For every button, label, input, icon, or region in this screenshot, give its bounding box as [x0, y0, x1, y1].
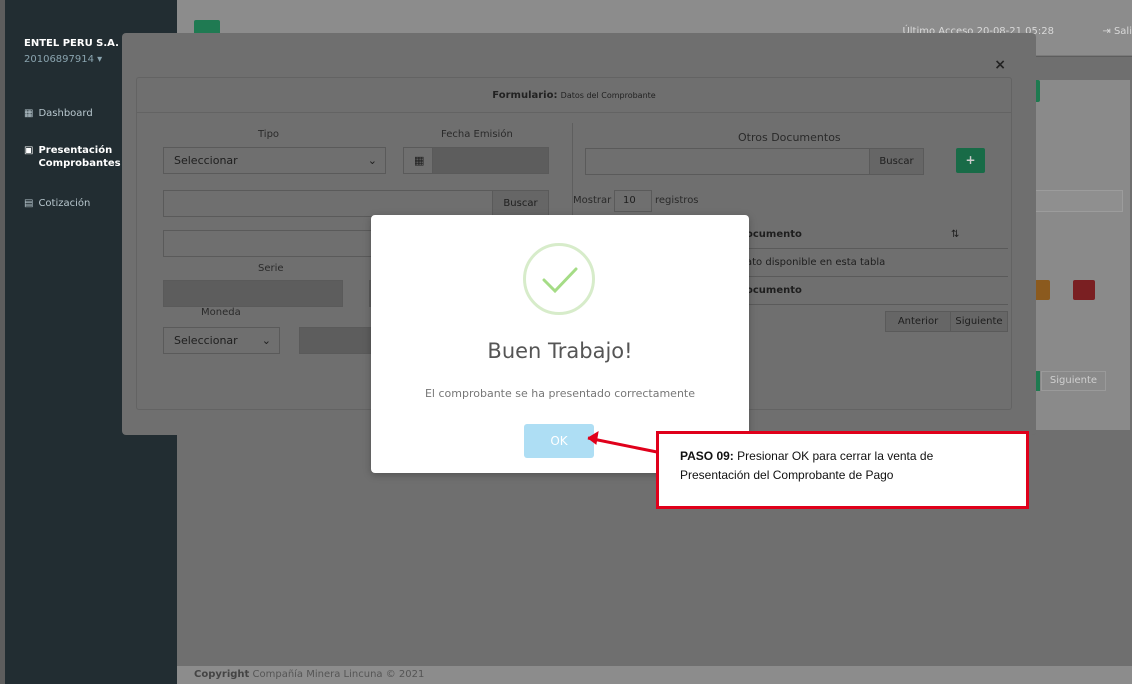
- form-header-label: Formulario:: [492, 90, 558, 101]
- step-callout: PASO 09: Presionar OK para cerrar la ven…: [656, 431, 1029, 509]
- chevron-down-icon: ⌄: [261, 334, 271, 347]
- otros-search-input[interactable]: [585, 148, 870, 175]
- form-header: Formulario: Datos del Comprobante: [137, 78, 1011, 113]
- otros-documentos-title: Otros Documentos: [738, 131, 841, 144]
- sidebar-item-label: Dashboard: [38, 108, 93, 119]
- mostrar-label: Mostrar: [573, 195, 612, 206]
- quote-icon: ▤: [24, 198, 34, 209]
- copyright-text: Compañía Minera Lincuna © 2021: [252, 669, 425, 680]
- sidebar-item-cotizacion[interactable]: ▤ Cotización: [24, 198, 90, 209]
- tipo-select-value: Seleccionar: [174, 154, 238, 167]
- document-icon: ▣: [24, 145, 34, 156]
- callout-step: PASO 09:: [680, 449, 734, 463]
- otros-search-button[interactable]: Buscar: [869, 148, 924, 175]
- dialog-message: El comprobante se ha presentado correcta…: [424, 387, 696, 400]
- serie-input[interactable]: [163, 280, 343, 307]
- calendar-icon[interactable]: ▦: [403, 147, 433, 174]
- page-size-select[interactable]: 10: [614, 190, 652, 212]
- copyright-label: Copyright: [194, 669, 250, 680]
- sidebar-item-label: Cotización: [38, 198, 91, 209]
- serie-label: Serie: [258, 263, 284, 274]
- monto-input[interactable]: [299, 327, 375, 354]
- table-header: ocumento ⇅: [736, 221, 1008, 249]
- logout-label: Sali: [1113, 26, 1132, 37]
- ok-button[interactable]: OK: [524, 424, 594, 458]
- close-icon[interactable]: ×: [994, 57, 1006, 73]
- search-button[interactable]: Buscar: [492, 190, 549, 217]
- chevron-down-icon: ⌄: [367, 154, 377, 167]
- success-check-icon: [523, 243, 595, 315]
- moneda-select-value: Seleccionar: [174, 334, 238, 347]
- registros-label: registros: [655, 195, 699, 206]
- sort-icon[interactable]: ⇅: [951, 221, 959, 249]
- add-document-button[interactable]: +: [956, 148, 985, 173]
- logout-icon: ⇥: [1102, 26, 1114, 37]
- previous-page-button[interactable]: Anterior: [885, 311, 951, 332]
- moneda-select[interactable]: Seleccionar ⌄: [163, 327, 280, 354]
- tipo-select[interactable]: Seleccionar ⌄: [163, 147, 386, 174]
- next-page-button[interactable]: Siguiente: [950, 311, 1008, 332]
- form-header-title: Datos del Comprobante: [560, 91, 656, 100]
- table-empty-text: ato disponible en esta tabla: [746, 257, 886, 268]
- numero-input[interactable]: [163, 230, 373, 257]
- table-empty-row: ato disponible en esta tabla: [736, 249, 1008, 277]
- background-delete-button: [1073, 280, 1095, 300]
- dialog-title: Buen Trabajo!: [487, 339, 633, 363]
- company-ruc-dropdown[interactable]: 20106897914 ▾: [24, 54, 102, 65]
- footer: Copyright Compañía Minera Lincuna © 2021: [177, 666, 1132, 684]
- moneda-label: Moneda: [201, 307, 241, 318]
- company-name: ENTEL PERU S.A.: [24, 38, 119, 49]
- fecha-emision-label: Fecha Emisión: [441, 129, 513, 140]
- dashboard-icon: ▦: [24, 108, 34, 119]
- logout-link[interactable]: ⇥ Sali: [1102, 26, 1132, 37]
- fecha-emision-input[interactable]: [432, 147, 549, 174]
- search-input[interactable]: [163, 190, 493, 217]
- table-footer: ocumento: [736, 277, 1008, 305]
- sidebar-item-dashboard[interactable]: ▦ Dashboard: [24, 108, 93, 119]
- plus-icon: +: [965, 153, 976, 167]
- tipo-label: Tipo: [258, 129, 280, 140]
- background-next-button: Siguiente: [1041, 371, 1106, 391]
